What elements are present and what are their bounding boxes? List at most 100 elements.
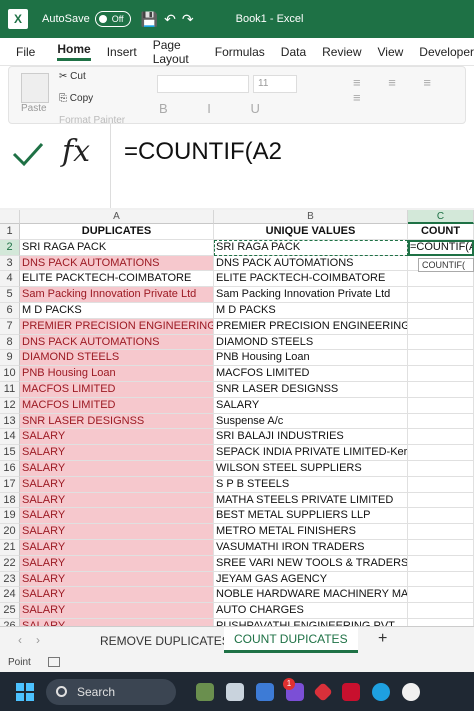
cell-count[interactable] <box>408 318 474 335</box>
cell-unique-value[interactable]: MACFOS LIMITED <box>214 366 408 382</box>
tab-formulas[interactable]: Formulas <box>215 45 265 59</box>
cell-unique-value[interactable]: MATHA STEELS PRIVATE LIMITED <box>214 492 408 509</box>
cell-duplicates[interactable]: SALARY <box>20 508 214 525</box>
cell-duplicates[interactable]: SALARY <box>20 619 214 626</box>
cell-unique-value[interactable]: VASUMATHI IRON TRADERS <box>214 540 408 556</box>
cell-duplicates[interactable]: SNR LASER DESIGNSS <box>20 413 214 430</box>
cell-duplicates[interactable]: SALARY <box>20 524 214 540</box>
cell-duplicates[interactable]: SALARY <box>20 476 214 493</box>
row-number[interactable]: 11 <box>0 382 20 398</box>
row-number[interactable]: 23 <box>0 571 20 588</box>
insert-function-icon[interactable]: fx <box>62 134 90 169</box>
row-number[interactable]: 25 <box>0 603 20 619</box>
row-number[interactable]: 10 <box>0 366 20 382</box>
app-icon[interactable] <box>313 681 333 702</box>
tab-page-layout[interactable]: Page Layout <box>153 38 199 66</box>
cell-unique-value[interactable]: AUTO CHARGES <box>214 603 408 619</box>
row-number[interactable]: 3 <box>0 255 20 272</box>
cell-duplicates[interactable]: MACFOS LIMITED <box>20 397 214 414</box>
cell-duplicates[interactable]: Sam Packing Innovation Private Ltd <box>20 287 214 303</box>
cell-duplicates[interactable]: SALARY <box>20 492 214 509</box>
sheet-tab-remove-duplicates[interactable]: REMOVE DUPLICATES <box>100 634 230 648</box>
formula-input[interactable]: =COUNTIF(A2 <box>124 138 282 166</box>
worksheet-grid[interactable]: A B C 1 DUPLICATES UNIQUE VALUES COUNT 2… <box>0 210 474 626</box>
function-tooltip[interactable]: COUNTIF( <box>418 258 474 272</box>
cell-count[interactable]: =COUNTIF(A2 <box>408 239 474 256</box>
cell-count[interactable] <box>408 619 474 626</box>
tab-home[interactable]: Home <box>57 42 91 61</box>
cell-unique-value[interactable]: WILSON STEEL SUPPLIERS <box>214 461 408 477</box>
font-name-select[interactable] <box>157 75 249 93</box>
cell-unique-value[interactable]: NOBLE HARDWARE MACHINERY MART <box>214 587 408 604</box>
cell-unique-value[interactable]: Suspense A/c <box>214 413 408 430</box>
cell-unique-value[interactable]: METRO METAL FINISHERS <box>214 524 408 540</box>
mcafee-icon[interactable] <box>342 682 360 701</box>
cell-count[interactable] <box>408 303 474 319</box>
cell-count[interactable] <box>408 492 474 509</box>
header-unique-values[interactable]: UNIQUE VALUES <box>214 224 408 240</box>
cut-button[interactable]: ✂ Cut <box>59 71 86 82</box>
cell-unique-value[interactable]: DNS PACK AUTOMATIONS <box>214 255 408 272</box>
cell-duplicates[interactable]: SALARY <box>20 445 214 461</box>
tab-data[interactable]: Data <box>281 45 306 59</box>
row-number[interactable]: 12 <box>0 397 20 414</box>
task-view-icon[interactable] <box>226 682 244 701</box>
row-number[interactable]: 6 <box>0 303 20 319</box>
cell-count[interactable] <box>408 350 474 367</box>
row-number[interactable]: 5 <box>0 287 20 303</box>
cell-duplicates[interactable]: DIAMOND STEELS <box>20 350 214 367</box>
cell-duplicates[interactable]: SALARY <box>20 587 214 604</box>
cell-duplicates[interactable]: SRI RAGA PACK <box>20 239 214 256</box>
cell-unique-value[interactable]: DIAMOND STEELS <box>214 334 408 351</box>
cell-count[interactable] <box>408 397 474 414</box>
row-number[interactable]: 13 <box>0 413 20 430</box>
cell-count[interactable] <box>408 603 474 619</box>
taskbar-search[interactable]: Search <box>46 678 176 705</box>
cell-count[interactable] <box>408 524 474 540</box>
cell-duplicates[interactable]: SALARY <box>20 555 214 572</box>
font-style-buttons[interactable]: B I U <box>159 101 278 116</box>
row-number[interactable]: 15 <box>0 445 20 461</box>
cell-duplicates[interactable]: MACFOS LIMITED <box>20 382 214 398</box>
cell-count[interactable] <box>408 571 474 588</box>
windows-start-icon[interactable] <box>16 682 34 701</box>
cell-unique-value[interactable]: SREE VARI NEW TOOLS & TRADERS <box>214 555 408 572</box>
cell-duplicates[interactable]: DNS PACK AUTOMATIONS <box>20 255 214 272</box>
edge-icon[interactable] <box>372 682 390 701</box>
cell-count[interactable] <box>408 445 474 461</box>
quick-access-icons[interactable]: 💾↶↷ <box>141 11 200 28</box>
cell-count[interactable] <box>408 382 474 398</box>
autosave-toggle[interactable]: Off <box>94 11 131 27</box>
cell-unique-value[interactable]: SRI RAGA PACK <box>214 239 408 256</box>
cell-count[interactable] <box>408 429 474 446</box>
cell-duplicates[interactable]: PNB Housing Loan <box>20 366 214 382</box>
select-all-corner[interactable] <box>0 210 20 224</box>
cell-unique-value[interactable]: PUSHPAVATHI ENGINEERING PVT <box>214 619 408 626</box>
paste-icon[interactable] <box>21 73 49 103</box>
cell-count[interactable] <box>408 461 474 477</box>
row-number[interactable]: 4 <box>0 271 20 288</box>
cell-count[interactable] <box>408 476 474 493</box>
row-number[interactable]: 9 <box>0 350 20 367</box>
cell-count[interactable] <box>408 540 474 556</box>
row-number[interactable]: 21 <box>0 540 20 556</box>
cell-unique-value[interactable]: SALARY <box>214 397 408 414</box>
sheet-nav-arrows[interactable]: ‹› <box>18 633 54 647</box>
cell-unique-value[interactable]: SNR LASER DESIGNSS <box>214 382 408 398</box>
cell-count[interactable] <box>408 271 474 288</box>
cell-duplicates[interactable]: SALARY <box>20 540 214 556</box>
teams-icon[interactable] <box>256 682 274 701</box>
cell-duplicates[interactable]: ELITE PACKTECH-COIMBATORE <box>20 271 214 288</box>
row-number[interactable]: 16 <box>0 461 20 477</box>
cell-unique-value[interactable]: SEPACK INDIA PRIVATE LIMITED-Kerala <box>214 445 408 461</box>
cell-unique-value[interactable]: Sam Packing Innovation Private Ltd <box>214 287 408 303</box>
column-header-c[interactable]: C <box>408 210 474 224</box>
tab-insert[interactable]: Insert <box>107 45 137 59</box>
cell-unique-value[interactable]: SRI BALAJI INDUSTRIES <box>214 429 408 446</box>
cell-count[interactable] <box>408 366 474 382</box>
row-number[interactable]: 2 <box>0 239 20 256</box>
widgets-icon[interactable] <box>196 682 214 701</box>
cell-duplicates[interactable]: SALARY <box>20 603 214 619</box>
cell-duplicates[interactable]: SALARY <box>20 429 214 446</box>
paste-button[interactable]: Paste <box>21 103 47 114</box>
